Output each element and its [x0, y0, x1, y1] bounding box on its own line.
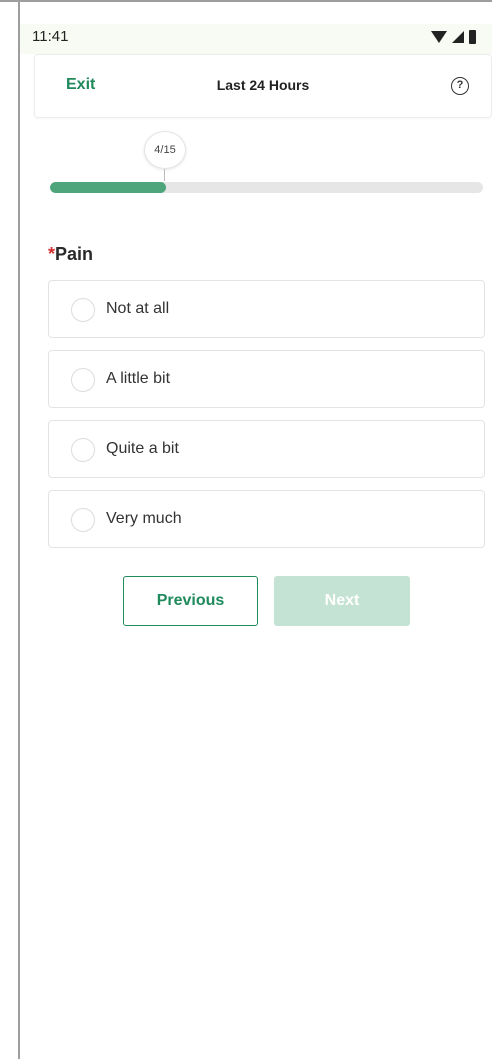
- option-very-much[interactable]: Very much: [48, 490, 485, 548]
- progress-fill: [50, 182, 166, 193]
- radio-button[interactable]: [71, 298, 95, 322]
- required-marker: *: [48, 244, 56, 264]
- status-bar: 11:41: [20, 24, 492, 54]
- battery-icon: [469, 30, 476, 44]
- page-title: Last 24 Hours: [216, 77, 310, 93]
- radio-button[interactable]: [71, 508, 95, 532]
- progress-bar: [50, 182, 483, 193]
- radio-button[interactable]: [71, 438, 95, 462]
- radio-button[interactable]: [71, 368, 95, 392]
- option-label: Very much: [106, 510, 182, 527]
- option-label: A little bit: [106, 370, 171, 387]
- status-icons: [431, 30, 476, 44]
- window-border-top: [0, 0, 492, 2]
- previous-button[interactable]: Previous: [123, 576, 258, 626]
- next-button[interactable]: Next: [274, 576, 410, 626]
- app-screen: 11:41 Exit Last 24 Hours ? 4/15 *Pain No…: [0, 0, 492, 1059]
- question-title: *Pain: [48, 244, 93, 265]
- help-icon[interactable]: ?: [451, 77, 469, 95]
- window-border-left: [18, 0, 20, 1059]
- progress-counter: 4/15: [144, 131, 186, 169]
- signal-icon: [452, 31, 464, 43]
- question-label: Pain: [55, 244, 94, 264]
- wifi-icon: [431, 31, 447, 43]
- top-app-bar: Exit Last 24 Hours ?: [34, 54, 492, 118]
- answer-options: Not at all A little bit Quite a bit Very…: [48, 280, 485, 560]
- progress-pointer: [164, 169, 165, 181]
- option-not-at-all[interactable]: Not at all: [48, 280, 485, 338]
- option-label: Not at all: [106, 300, 170, 317]
- option-quite-a-bit[interactable]: Quite a bit: [48, 420, 485, 478]
- option-a-little-bit[interactable]: A little bit: [48, 350, 485, 408]
- option-label: Quite a bit: [106, 440, 179, 457]
- status-time: 11:41: [32, 28, 69, 45]
